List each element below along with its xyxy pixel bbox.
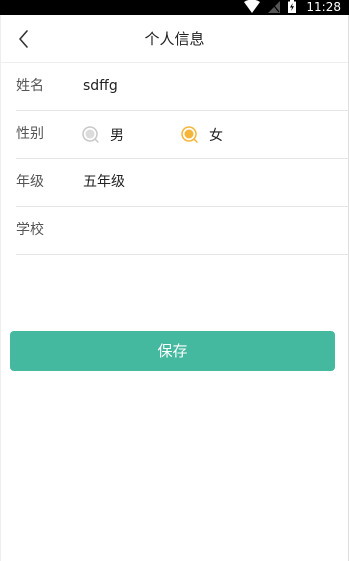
status-time: 11:28 [306,0,341,14]
grade-row[interactable]: 年级 五年级 [16,159,349,207]
gender-row: 性别 男 女 [16,111,349,159]
name-label: 姓名 [16,78,44,94]
gender-male-label: 男 [110,127,124,144]
status-bar: 11:28 [0,0,349,15]
name-row: 姓名 [16,63,349,111]
save-button[interactable]: 保存 [10,331,335,371]
status-icons: 11:28 [244,0,341,15]
page-title: 个人信息 [144,30,205,48]
gender-option-male[interactable]: 男 [82,111,124,158]
school-input[interactable] [83,207,333,254]
grade-label: 年级 [16,174,44,190]
nav-bar: 个人信息 [0,15,349,63]
gender-label: 性别 [16,126,44,142]
radio-selected-icon [181,125,199,144]
profile-form: 姓名 性别 男 女 年 [16,63,349,255]
gender-option-female[interactable]: 女 [181,111,223,158]
left-edge-divider [0,15,1,561]
grade-value[interactable]: 五年级 [83,159,333,206]
school-row: 学校 [16,207,349,255]
radio-unselected-icon [82,125,100,144]
gender-female-label: 女 [209,127,223,144]
name-input[interactable] [83,63,333,110]
school-label: 学校 [16,222,44,238]
